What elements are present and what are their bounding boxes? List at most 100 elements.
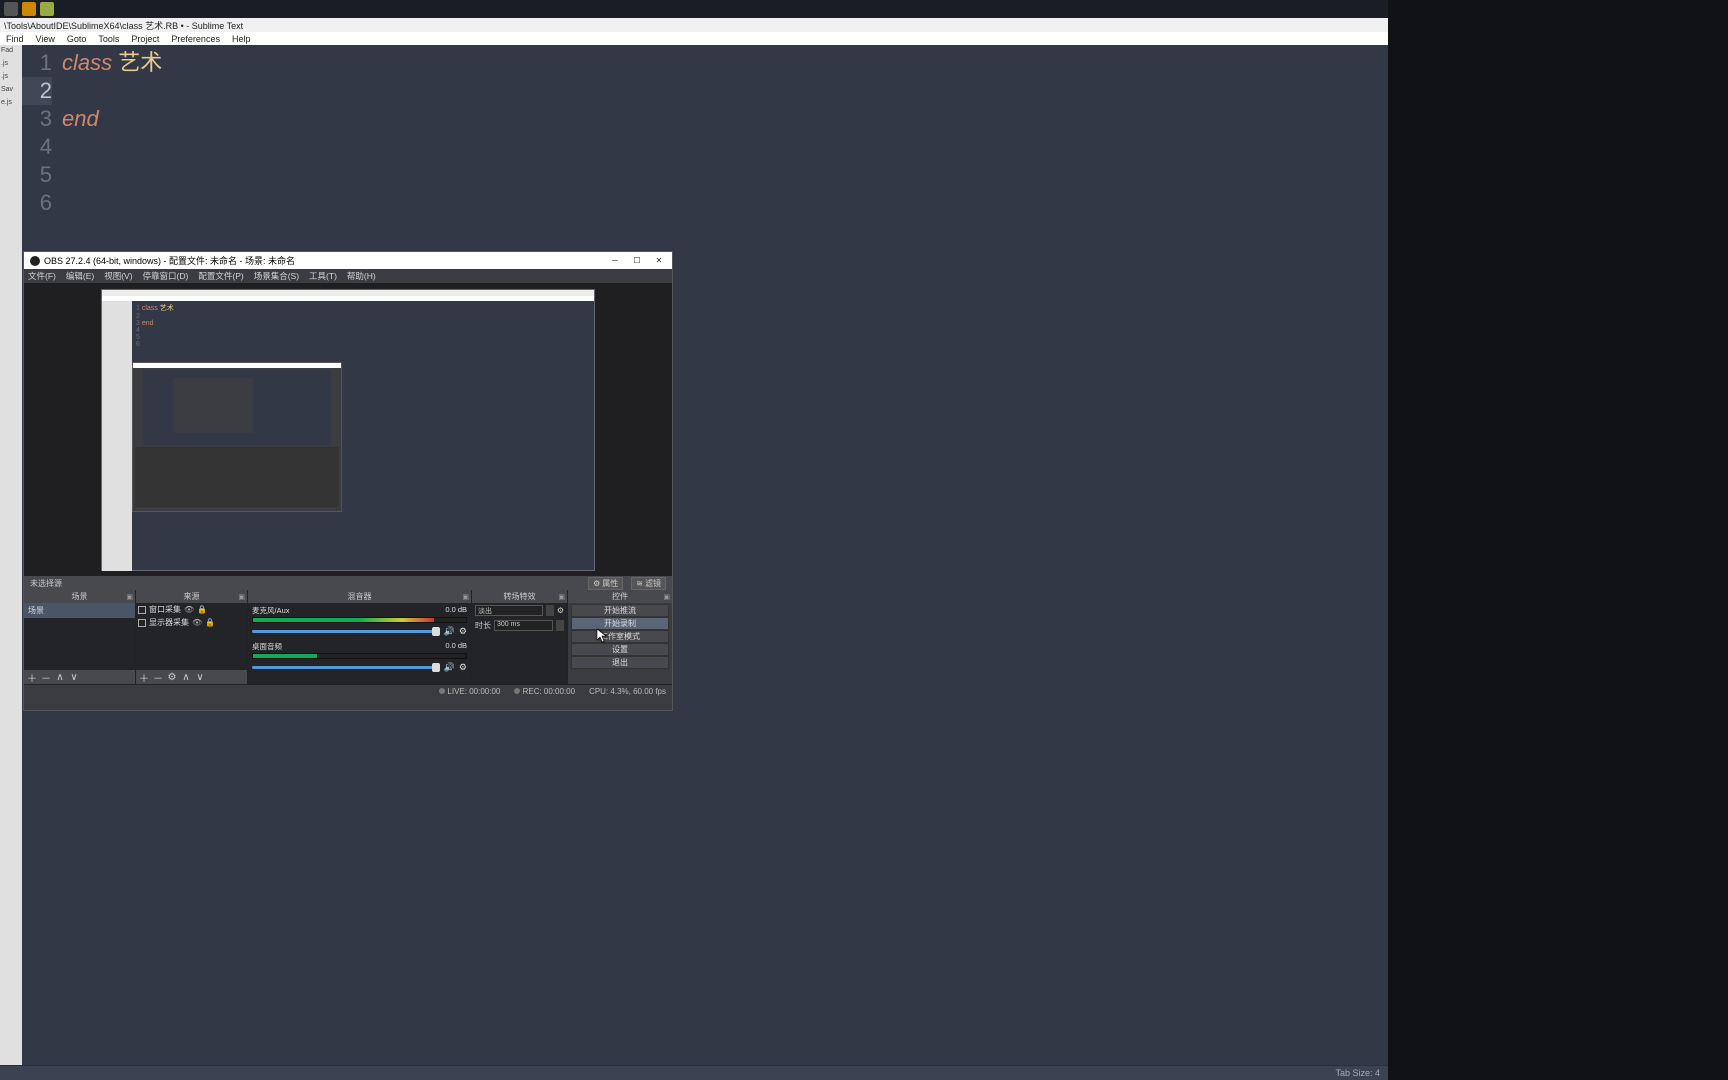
sidebar-item[interactable]: .js	[1, 73, 21, 80]
settings-button[interactable]: 设置	[571, 643, 669, 656]
filter-icon: ≋	[636, 579, 643, 588]
properties-button[interactable]: ⚙属性	[588, 577, 623, 590]
sources-title: 来源	[184, 591, 200, 602]
obs-window: OBS 27.2.4 (64-bit, windows) - 配置文件: 未命名…	[23, 251, 673, 711]
sidebar-item[interactable]: e.js	[1, 99, 21, 106]
speaker-icon[interactable]: 🔊	[444, 662, 455, 673]
keyword: class	[62, 50, 112, 75]
menu-tools[interactable]: Tools	[98, 34, 119, 44]
display-icon	[138, 619, 146, 627]
duration-input[interactable]: 300 ms	[494, 620, 553, 631]
popout-icon[interactable]: ▣	[462, 593, 469, 601]
sidebar-item[interactable]: Fad	[1, 47, 21, 54]
obs-menu-edit[interactable]: 编辑(E)	[66, 270, 94, 282]
obs-menu-view[interactable]: 视图(V)	[104, 270, 132, 282]
obs-menu-scenecol[interactable]: 场景集合(S)	[254, 270, 299, 282]
obs-logo-icon	[30, 256, 40, 266]
menu-help[interactable]: Help	[232, 34, 251, 44]
popout-icon[interactable]: ▣	[663, 593, 670, 601]
start-stream-button[interactable]: 开始推流	[571, 604, 669, 617]
popout-icon[interactable]: ▣	[558, 593, 565, 601]
menu-project[interactable]: Project	[131, 34, 159, 44]
taskbar-icon[interactable]	[22, 2, 36, 16]
obs-preview[interactable]: 1 class 艺术 2 3 end 4 5 6	[24, 283, 672, 576]
obs-menu-help[interactable]: 帮助(H)	[347, 270, 376, 282]
lock-icon[interactable]: 🔒	[205, 618, 215, 627]
obs-source-toolbar: 未选择源 ⚙属性 ≋滤镜	[24, 576, 672, 590]
add-source-button[interactable]: ＋	[138, 672, 150, 683]
mixer-dock: 混音器▣ 麦克风/Aux0.0 dB 🔊⚙ 桌面音频0.0 dB 🔊⚙	[248, 590, 472, 684]
sublime-menubar: Find View Goto Tools Project Preferences…	[0, 32, 1388, 45]
taskbar-icon[interactable]	[40, 2, 54, 16]
channel-db: 0.0 dB	[445, 641, 467, 652]
menu-view[interactable]: View	[36, 34, 55, 44]
popout-icon[interactable]: ▣	[238, 593, 245, 601]
sidebar-item[interactable]: Sav	[1, 86, 21, 93]
scenes-title: 场景	[72, 591, 88, 602]
remove-scene-button[interactable]: －	[40, 672, 52, 683]
level-meter	[252, 653, 467, 659]
sublime-statusbar: Tab Size: 4	[0, 1065, 1388, 1080]
scenes-dock: 场景 ▣ 场景 ＋ － ∧ ∨	[24, 590, 136, 684]
line-number: 1	[22, 49, 52, 77]
source-item[interactable]: 窗口采集👁🔒	[136, 603, 247, 616]
line-number: 2	[22, 77, 52, 105]
channel-name: 麦克风/Aux	[252, 605, 290, 616]
minimize-button[interactable]: ─	[604, 253, 626, 269]
line-number: 4	[22, 133, 52, 161]
filters-button[interactable]: ≋滤镜	[631, 577, 666, 590]
source-item[interactable]: 显示器采集👁🔒	[136, 616, 247, 629]
preview-canvas[interactable]: 1 class 艺术 2 3 end 4 5 6	[101, 289, 595, 571]
menu-preferences[interactable]: Preferences	[171, 34, 220, 44]
gear-icon[interactable]: ⚙	[459, 662, 467, 673]
obs-menu-dock[interactable]: 停靠窗口(D)	[143, 270, 189, 282]
obs-menubar: 文件(F) 编辑(E) 视图(V) 停靠窗口(D) 配置文件(P) 场景集合(S…	[24, 269, 672, 283]
close-button[interactable]: ✕	[648, 253, 670, 269]
start-record-button[interactable]: 开始录制	[571, 617, 669, 630]
lock-icon[interactable]: 🔒	[197, 605, 207, 614]
controls-dock: 控件▣ 开始推流 开始录制 工作室模式 设置 退出	[568, 590, 672, 684]
line-number: 5	[22, 161, 52, 189]
scene-down-button[interactable]: ∨	[68, 672, 80, 683]
volume-slider[interactable]	[252, 630, 440, 633]
exit-button[interactable]: 退出	[571, 656, 669, 669]
maximize-button[interactable]: ☐	[626, 253, 648, 269]
source-props-button[interactable]: ⚙	[166, 672, 178, 683]
live-dot-icon	[439, 688, 445, 694]
visibility-icon[interactable]: 👁	[184, 605, 194, 614]
sublime-titlebar[interactable]: \Tools\AboutIDE\SublimeX64\class 艺术.RB •…	[0, 18, 1388, 32]
menu-find[interactable]: Find	[6, 34, 24, 44]
popout-icon[interactable]: ▣	[126, 593, 133, 601]
obs-menu-file[interactable]: 文件(F)	[28, 270, 56, 282]
preview-code: 1 class 艺术 2 3 end 4 5 6	[132, 301, 594, 361]
sources-dock: 来源 ▣ 窗口采集👁🔒 显示器采集👁🔒 ＋ － ⚙ ∧ ∨	[136, 590, 248, 684]
studio-mode-button[interactable]: 工作室模式	[571, 630, 669, 643]
menu-goto[interactable]: Goto	[67, 34, 87, 44]
sidebar-item[interactable]: .js	[1, 60, 21, 67]
gear-icon: ⚙	[593, 579, 600, 588]
speaker-icon[interactable]: 🔊	[444, 626, 455, 637]
spin-buttons[interactable]	[546, 605, 554, 616]
class-name: 艺术	[118, 50, 162, 75]
channel-db: 0.0 dB	[445, 605, 467, 616]
obs-titlebar[interactable]: OBS 27.2.4 (64-bit, windows) - 配置文件: 未命名…	[24, 252, 672, 269]
transition-select[interactable]: 淡出	[475, 605, 543, 616]
add-scene-button[interactable]: ＋	[26, 672, 38, 683]
status-tab-size[interactable]: Tab Size: 4	[1335, 1068, 1380, 1078]
obs-menu-profile[interactable]: 配置文件(P)	[198, 270, 243, 282]
remove-source-button[interactable]: －	[152, 672, 164, 683]
source-down-button[interactable]: ∨	[194, 672, 206, 683]
gear-icon[interactable]: ⚙	[459, 626, 467, 637]
scene-item[interactable]: 场景	[24, 603, 135, 618]
scene-up-button[interactable]: ∧	[54, 672, 66, 683]
sublime-sidebar[interactable]: Fad .js .js Sav e.js	[0, 45, 22, 1065]
volume-slider[interactable]	[252, 666, 440, 669]
visibility-icon[interactable]: 👁	[192, 618, 202, 627]
transitions-dock: 转场特效▣ 淡出 ⚙ 时长 300 ms	[472, 590, 568, 684]
spin-buttons[interactable]	[556, 620, 564, 631]
gear-icon[interactable]: ⚙	[557, 606, 564, 615]
taskbar-icon[interactable]	[4, 2, 18, 16]
duration-label: 时长	[475, 620, 491, 631]
obs-menu-tools[interactable]: 工具(T)	[309, 270, 337, 282]
source-up-button[interactable]: ∧	[180, 672, 192, 683]
